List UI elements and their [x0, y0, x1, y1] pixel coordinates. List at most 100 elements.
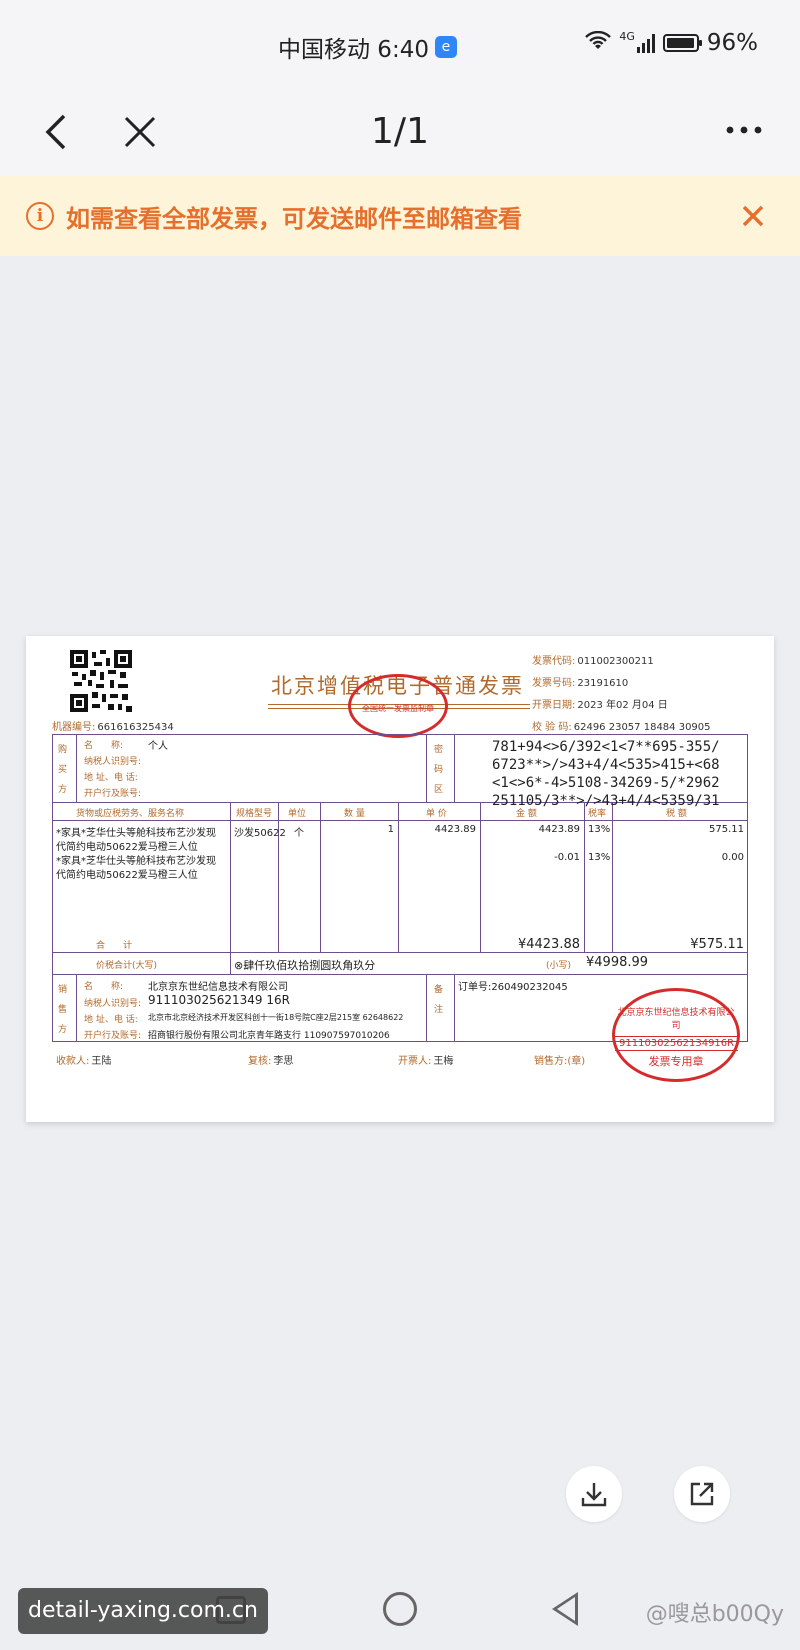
- item-name-line1: *家具*芝华仕头等舱科技布艺沙发现: [56, 856, 216, 867]
- table-divider: [52, 820, 748, 821]
- item-amount: 4423.89: [538, 824, 580, 835]
- reviewer: 复核: 李思: [248, 1056, 294, 1067]
- battery-fill: [666, 38, 694, 48]
- buyer-side-label: 购买方: [58, 745, 68, 795]
- header-qty: 数 量: [344, 809, 365, 819]
- watermark-left: detail-yaxing.com.cn: [18, 1588, 268, 1634]
- table-divider: [480, 802, 481, 952]
- seller-side-label: 销售方: [58, 985, 68, 1035]
- system-back-button[interactable]: [552, 1592, 578, 1626]
- password-side-label: 密码区: [434, 745, 444, 795]
- check-code: 校 验 码: 62496 23057 18484 30905: [532, 722, 711, 733]
- item-name-line2: 代简约电动50622爱马橙三人位: [56, 870, 198, 881]
- battery-percent: 96%: [706, 30, 758, 56]
- table-divider: [76, 734, 77, 802]
- issuer: 开票人: 王梅: [398, 1056, 454, 1067]
- buyer-bank-label: 开户行及账号:: [84, 789, 142, 799]
- item-amount: -0.01: [554, 852, 580, 863]
- buyer-name-label: 名 称:: [84, 741, 124, 751]
- table-divider: [454, 734, 455, 802]
- invoice-number: 发票号码: 23191610: [532, 678, 629, 689]
- close-icon: [742, 205, 764, 227]
- page-indicator: 1/1: [371, 111, 429, 152]
- table-divider: [52, 974, 748, 975]
- home-button[interactable]: [383, 1592, 417, 1626]
- status-bar: 中国移动 6:40 e 4G 96%: [0, 0, 800, 88]
- notice-close-button[interactable]: [740, 196, 766, 245]
- network-type: 4G: [619, 30, 635, 43]
- total-tax: ¥575.11: [690, 937, 744, 952]
- item-tax: 575.11: [709, 824, 744, 835]
- battery-icon: [662, 34, 702, 52]
- supervision-stamp: 全国统一发票监制章: [348, 674, 448, 738]
- notice-banner: i 如需查看全部发票，可发送邮件至邮箱查看: [0, 176, 800, 256]
- signal-icon: [636, 33, 655, 53]
- seller-addr: 北京市北京经济技术开发区科创十一街18号院C座2层215室 62648622: [148, 1013, 404, 1022]
- nav-bar: 1/1: [0, 88, 800, 176]
- notice-text: 如需查看全部发票，可发送邮件至邮箱查看: [66, 204, 522, 233]
- seller-seal-label: 销售方:(章): [534, 1056, 586, 1067]
- header-tax: 税 额: [666, 809, 687, 819]
- table-divider: [52, 952, 748, 953]
- more-icon: [726, 126, 762, 134]
- invoice-document[interactable]: 机器编号: 661616325434 北京增值税电子普通发票 全国统一发票监制章 …: [26, 636, 774, 1122]
- buyer-addr-label: 地 址、电 话:: [84, 773, 138, 783]
- table-divider: [584, 802, 585, 952]
- seller-bank-label: 开户行及账号:: [84, 1031, 142, 1041]
- machine-no: 机器编号: 661616325434: [52, 722, 174, 733]
- password-area: 781+94<>6/392<1<7**695-355/ 6723**>/>43+…: [492, 739, 720, 809]
- table-divider: [426, 974, 427, 1042]
- status-right: 4G 96%: [585, 30, 758, 56]
- download-icon: [581, 1483, 607, 1507]
- header-goods-name: 货物或应税劳务、服务名称: [76, 809, 185, 819]
- share-icon: [690, 1482, 714, 1506]
- seller-tax-label: 纳税人识别号:: [84, 999, 142, 1009]
- grand-total-small: ¥4998.99: [586, 955, 649, 970]
- header-rate: 税率: [588, 809, 607, 819]
- item-price: 4423.89: [434, 824, 476, 835]
- total-label: 合 计: [96, 941, 133, 951]
- carrier-time: 中国移动 6:40: [278, 37, 429, 63]
- buyer-name: 个人: [148, 741, 168, 752]
- more-button[interactable]: [724, 108, 764, 163]
- item-rate: 13%: [588, 824, 611, 835]
- header-price: 单 价: [426, 809, 447, 819]
- grand-total-label: 价税合计(大写): [96, 961, 158, 971]
- table-divider: [454, 974, 455, 1042]
- watermark-right: @嗖总b00Qy: [645, 1602, 784, 1627]
- grand-total-words: ⊗肆仟玖佰玖拾捌圆玖角玖分: [234, 959, 376, 972]
- seller-name-label: 名 称:: [84, 982, 124, 992]
- item-unit: 个: [294, 828, 304, 839]
- seller-addr-label: 地 址、电 话:: [84, 1015, 138, 1025]
- table-divider: [230, 952, 231, 974]
- qr-code: [70, 650, 132, 712]
- item-tax: 0.00: [721, 852, 744, 863]
- order-number: 订单号:260490232045: [458, 982, 568, 993]
- header-unit: 单位: [288, 809, 307, 819]
- table-divider: [76, 974, 77, 1042]
- share-button[interactable]: [674, 1466, 730, 1522]
- seller-name: 北京京东世纪信息技术有限公司: [148, 982, 288, 993]
- header-amount: 金 额: [516, 809, 537, 819]
- seller-invoice-stamp: 北京京东世纪信息技术有限公司 91110302562134916R 发票专用章: [612, 988, 740, 1082]
- status-center: 中国移动 6:40 e: [278, 30, 457, 64]
- wifi-icon: [585, 30, 612, 56]
- invoice-code: 发票代码: 011002300211: [532, 656, 654, 667]
- item-spec: 沙发50622: [234, 828, 286, 839]
- remark-side-label: 备注: [434, 985, 444, 1015]
- download-button[interactable]: [566, 1466, 622, 1522]
- table-divider: [230, 802, 231, 952]
- info-icon: i: [26, 202, 54, 230]
- item-name-line1: *家具*芝华仕头等舱科技布艺沙发现: [56, 828, 216, 839]
- total-amount: ¥4423.88: [517, 937, 580, 952]
- seller-tax-id: 911103025621349 16R: [148, 993, 290, 1007]
- item-qty: 1: [387, 824, 394, 835]
- payee: 收款人: 王陆: [56, 1056, 112, 1067]
- item-rate: 13%: [588, 852, 611, 863]
- header-spec: 规格型号: [236, 809, 273, 819]
- app-notification-icon: e: [434, 36, 457, 58]
- invoice-date: 开票日期: 2023 年02 月04 日: [532, 700, 668, 711]
- buyer-tax-label: 纳税人识别号:: [84, 757, 142, 767]
- grand-total-small-label: (小写): [546, 961, 572, 971]
- seller-bank: 招商银行股份有限公司北京青年路支行 110907597010206: [148, 1031, 390, 1041]
